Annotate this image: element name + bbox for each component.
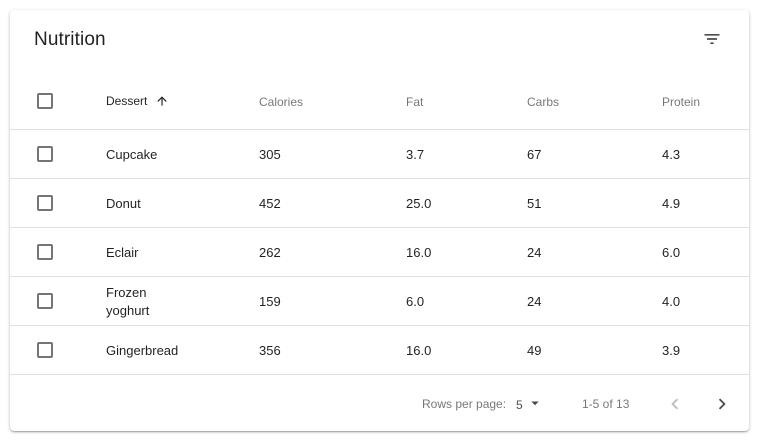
select-all-checkbox[interactable] (37, 93, 53, 109)
cell-carbs: 24 (527, 294, 542, 309)
table-toolbar: Nutrition (10, 10, 749, 74)
column-header-label: Dessert (106, 94, 148, 108)
cell-carbs: 24 (527, 245, 542, 260)
filter-list-icon (704, 34, 720, 44)
nutrition-table-card: Nutrition Dessert Calories Fat Carbs Pro… (10, 10, 749, 431)
cell-carbs: 49 (527, 343, 542, 358)
cell-dessert: Donut (106, 196, 141, 211)
rows-per-page-value: 5 (516, 398, 523, 412)
cell-dessert: Frozen yoghurt (106, 285, 150, 318)
cell-calories: 452 (259, 196, 281, 211)
row-checkbox[interactable] (37, 146, 53, 162)
table-row[interactable]: Eclair 262 16.0 24 6.0 (10, 228, 749, 277)
row-checkbox[interactable] (37, 293, 53, 309)
table-row[interactable]: Cupcake 305 3.7 67 4.3 (10, 130, 749, 179)
chevron-right-icon (718, 398, 726, 410)
row-checkbox[interactable] (37, 342, 53, 358)
cell-dessert: Eclair (106, 245, 139, 260)
column-header-protein[interactable]: Protein (662, 95, 700, 109)
row-checkbox[interactable] (37, 195, 53, 211)
cell-fat: 16.0 (406, 245, 432, 260)
cell-calories: 305 (259, 147, 281, 162)
rows-per-page-label: Rows per page: (422, 397, 507, 411)
column-header-calories[interactable]: Calories (259, 95, 303, 109)
filter-button[interactable] (697, 24, 727, 54)
cell-dessert: Cupcake (106, 147, 158, 162)
cell-calories: 356 (259, 343, 281, 358)
column-header-carbs[interactable]: Carbs (527, 95, 559, 109)
cell-protein: 4.9 (662, 196, 681, 211)
cell-calories: 262 (259, 245, 281, 260)
cell-carbs: 67 (527, 147, 542, 162)
table-row[interactable]: Gingerbread 356 16.0 49 3.9 (10, 326, 749, 375)
row-checkbox[interactable] (37, 244, 53, 260)
cell-dessert: Gingerbread (106, 343, 179, 358)
table-title: Nutrition (34, 29, 106, 50)
table-row[interactable]: Donut 452 25.0 51 4.9 (10, 179, 749, 228)
cell-protein: 4.0 (662, 294, 681, 309)
cell-calories: 159 (259, 294, 281, 309)
previous-page-button[interactable] (663, 392, 687, 416)
rows-per-page-select[interactable]: 5 (516, 396, 539, 412)
table-pagination: Rows per page: 5 1-5 of 13 (10, 375, 749, 431)
cell-protein: 4.3 (662, 147, 681, 162)
cell-fat: 25.0 (406, 196, 432, 211)
pagination-range: 1-5 of 13 (582, 397, 630, 411)
cell-carbs: 51 (527, 196, 542, 211)
cell-fat: 6.0 (406, 294, 425, 309)
column-header-dessert[interactable]: Dessert (106, 94, 169, 108)
cell-protein: 3.9 (662, 343, 681, 358)
next-page-button[interactable] (710, 392, 734, 416)
table-header-row: Dessert Calories Fat Carbs Protein (10, 74, 749, 130)
cell-fat: 16.0 (406, 343, 432, 358)
cell-fat: 3.7 (406, 147, 425, 162)
arrow-drop-down-icon (531, 401, 539, 406)
column-header-fat[interactable]: Fat (406, 95, 423, 109)
cell-protein: 6.0 (662, 245, 681, 260)
chevron-left-icon (671, 398, 679, 410)
table-row[interactable]: Frozen yoghurt 159 6.0 24 4.0 (10, 277, 749, 326)
arrow-upward-icon (157, 96, 167, 106)
